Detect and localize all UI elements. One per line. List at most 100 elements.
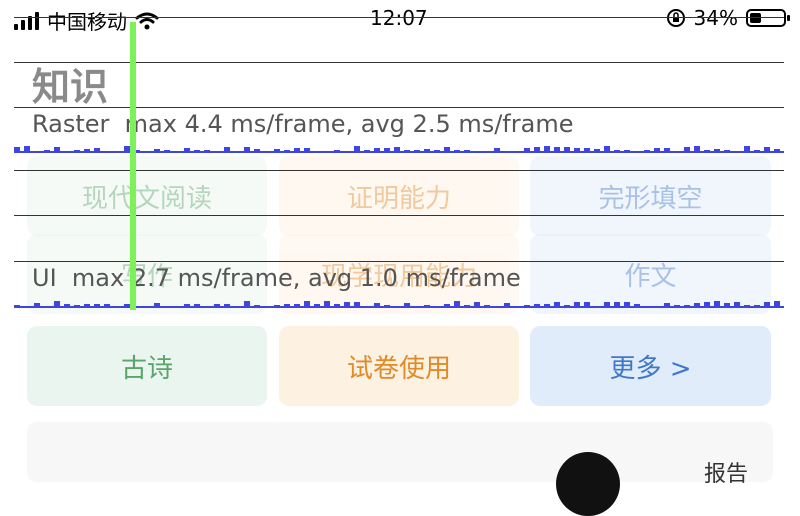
frame-bar bbox=[684, 147, 690, 153]
frame-bar bbox=[114, 151, 120, 153]
frame-bar bbox=[184, 148, 190, 153]
tile-cloze[interactable]: 完形填空 bbox=[530, 156, 771, 236]
frame-bar bbox=[754, 150, 760, 153]
frame-bar bbox=[54, 147, 60, 153]
tile-apply-skill[interactable]: 现学现用能力 bbox=[279, 234, 519, 314]
raster-perf-text: Raster max 4.4 ms/frame, avg 2.5 ms/fram… bbox=[32, 110, 574, 138]
tile-label: 试卷使用 bbox=[346, 353, 451, 384]
tile-writing[interactable]: 写作 bbox=[27, 234, 267, 314]
frame-bar bbox=[464, 150, 470, 153]
tile-label: 完形填空 bbox=[598, 183, 703, 214]
frame-bar bbox=[404, 150, 410, 153]
frame-bar bbox=[694, 146, 700, 153]
frame-bar bbox=[44, 150, 50, 153]
frame-bar bbox=[764, 147, 770, 153]
frame-bar bbox=[74, 150, 80, 153]
battery-fill bbox=[750, 13, 761, 23]
frame-marker bbox=[130, 22, 136, 310]
battery-icon bbox=[746, 9, 790, 27]
frame-bar bbox=[564, 147, 570, 153]
frame-bar bbox=[484, 151, 490, 153]
status-bar-right: 34% bbox=[666, 6, 790, 30]
frame-bar bbox=[204, 150, 210, 153]
frame-bar bbox=[544, 146, 550, 153]
frame-bar bbox=[664, 148, 670, 153]
frame-bar bbox=[34, 152, 40, 153]
frame-bar bbox=[224, 147, 230, 153]
report-card[interactable] bbox=[27, 422, 773, 482]
frame-bar bbox=[384, 148, 390, 153]
status-time: 12:07 bbox=[370, 6, 428, 30]
frame-bar bbox=[84, 149, 90, 153]
frame-bar bbox=[254, 149, 260, 153]
frame-bar bbox=[604, 146, 610, 153]
tile-composition[interactable]: 作文 bbox=[530, 234, 771, 314]
frame-bar bbox=[154, 149, 160, 153]
section-title: 知识 bbox=[32, 65, 109, 109]
frame-bar bbox=[494, 148, 500, 153]
frame-bar bbox=[104, 151, 110, 153]
frame-bar bbox=[354, 146, 360, 153]
frame-bar bbox=[654, 148, 660, 153]
frame-bar bbox=[504, 152, 510, 153]
frame-bar bbox=[94, 148, 100, 153]
tile-label: 古诗 bbox=[120, 353, 173, 384]
frame-bar bbox=[294, 148, 300, 153]
frame-bar bbox=[164, 150, 170, 153]
frame-bar bbox=[344, 152, 350, 153]
tile-label: 证明能力 bbox=[346, 183, 451, 214]
frame-bar bbox=[14, 147, 20, 153]
frame-bar bbox=[594, 149, 600, 153]
frame-bar bbox=[174, 151, 180, 153]
tile-proof[interactable]: 证明能力 bbox=[279, 156, 519, 236]
frame-bar bbox=[534, 147, 540, 153]
frame-bar bbox=[724, 150, 730, 153]
frame-bar bbox=[374, 148, 380, 153]
frame-bar bbox=[24, 146, 30, 153]
frame-bar bbox=[524, 305, 530, 308]
frame-bar bbox=[774, 301, 780, 308]
frame-bar bbox=[774, 149, 780, 153]
frame-bar bbox=[414, 150, 420, 153]
frame-bar bbox=[424, 149, 430, 153]
tile-label: 更多 > bbox=[609, 353, 692, 384]
frame-bar bbox=[454, 150, 460, 153]
frame-bar bbox=[744, 146, 750, 153]
carrier-name: 中国移动 bbox=[47, 10, 127, 34]
frame-bar bbox=[714, 149, 720, 153]
tile-poetry[interactable]: 古诗 bbox=[27, 326, 267, 406]
wifi-icon bbox=[135, 12, 159, 29]
frame-bar bbox=[324, 151, 330, 153]
frame-bar bbox=[194, 150, 200, 153]
frame-bar bbox=[304, 148, 310, 153]
frame-bar bbox=[574, 148, 580, 153]
frame-bar bbox=[394, 147, 400, 153]
tile-label: 现学现用能力 bbox=[320, 261, 477, 292]
frame-bar bbox=[704, 150, 710, 153]
tile-exam-usage[interactable]: 试卷使用 bbox=[279, 326, 519, 406]
frame-bar bbox=[554, 147, 560, 153]
rotation-lock-icon bbox=[666, 9, 685, 27]
status-bar-left: 中国移动 bbox=[14, 6, 159, 35]
frame-bar bbox=[644, 150, 650, 153]
frame-bar bbox=[614, 150, 620, 153]
tile-reading[interactable]: 现代文阅读 bbox=[27, 156, 267, 236]
frame-bar bbox=[264, 151, 270, 153]
frame-bar bbox=[314, 151, 320, 153]
signal-icon bbox=[14, 11, 39, 30]
frame-bar bbox=[524, 148, 530, 153]
frame-bar bbox=[144, 151, 150, 153]
report-card-label: 报告 bbox=[704, 462, 749, 487]
frame-bar bbox=[214, 152, 220, 153]
frame-bar bbox=[444, 147, 450, 153]
frame-bar bbox=[14, 305, 20, 308]
frame-bar bbox=[674, 151, 680, 153]
frame-bar bbox=[624, 150, 630, 153]
frame-bar bbox=[364, 150, 370, 153]
frame-bar bbox=[334, 150, 340, 153]
tile-label: 写作 bbox=[120, 261, 173, 292]
frame-bar bbox=[64, 151, 70, 153]
frame-bar bbox=[734, 152, 740, 153]
tile-more[interactable]: 更多 > bbox=[530, 326, 771, 406]
battery-percent: 34% bbox=[693, 6, 738, 30]
